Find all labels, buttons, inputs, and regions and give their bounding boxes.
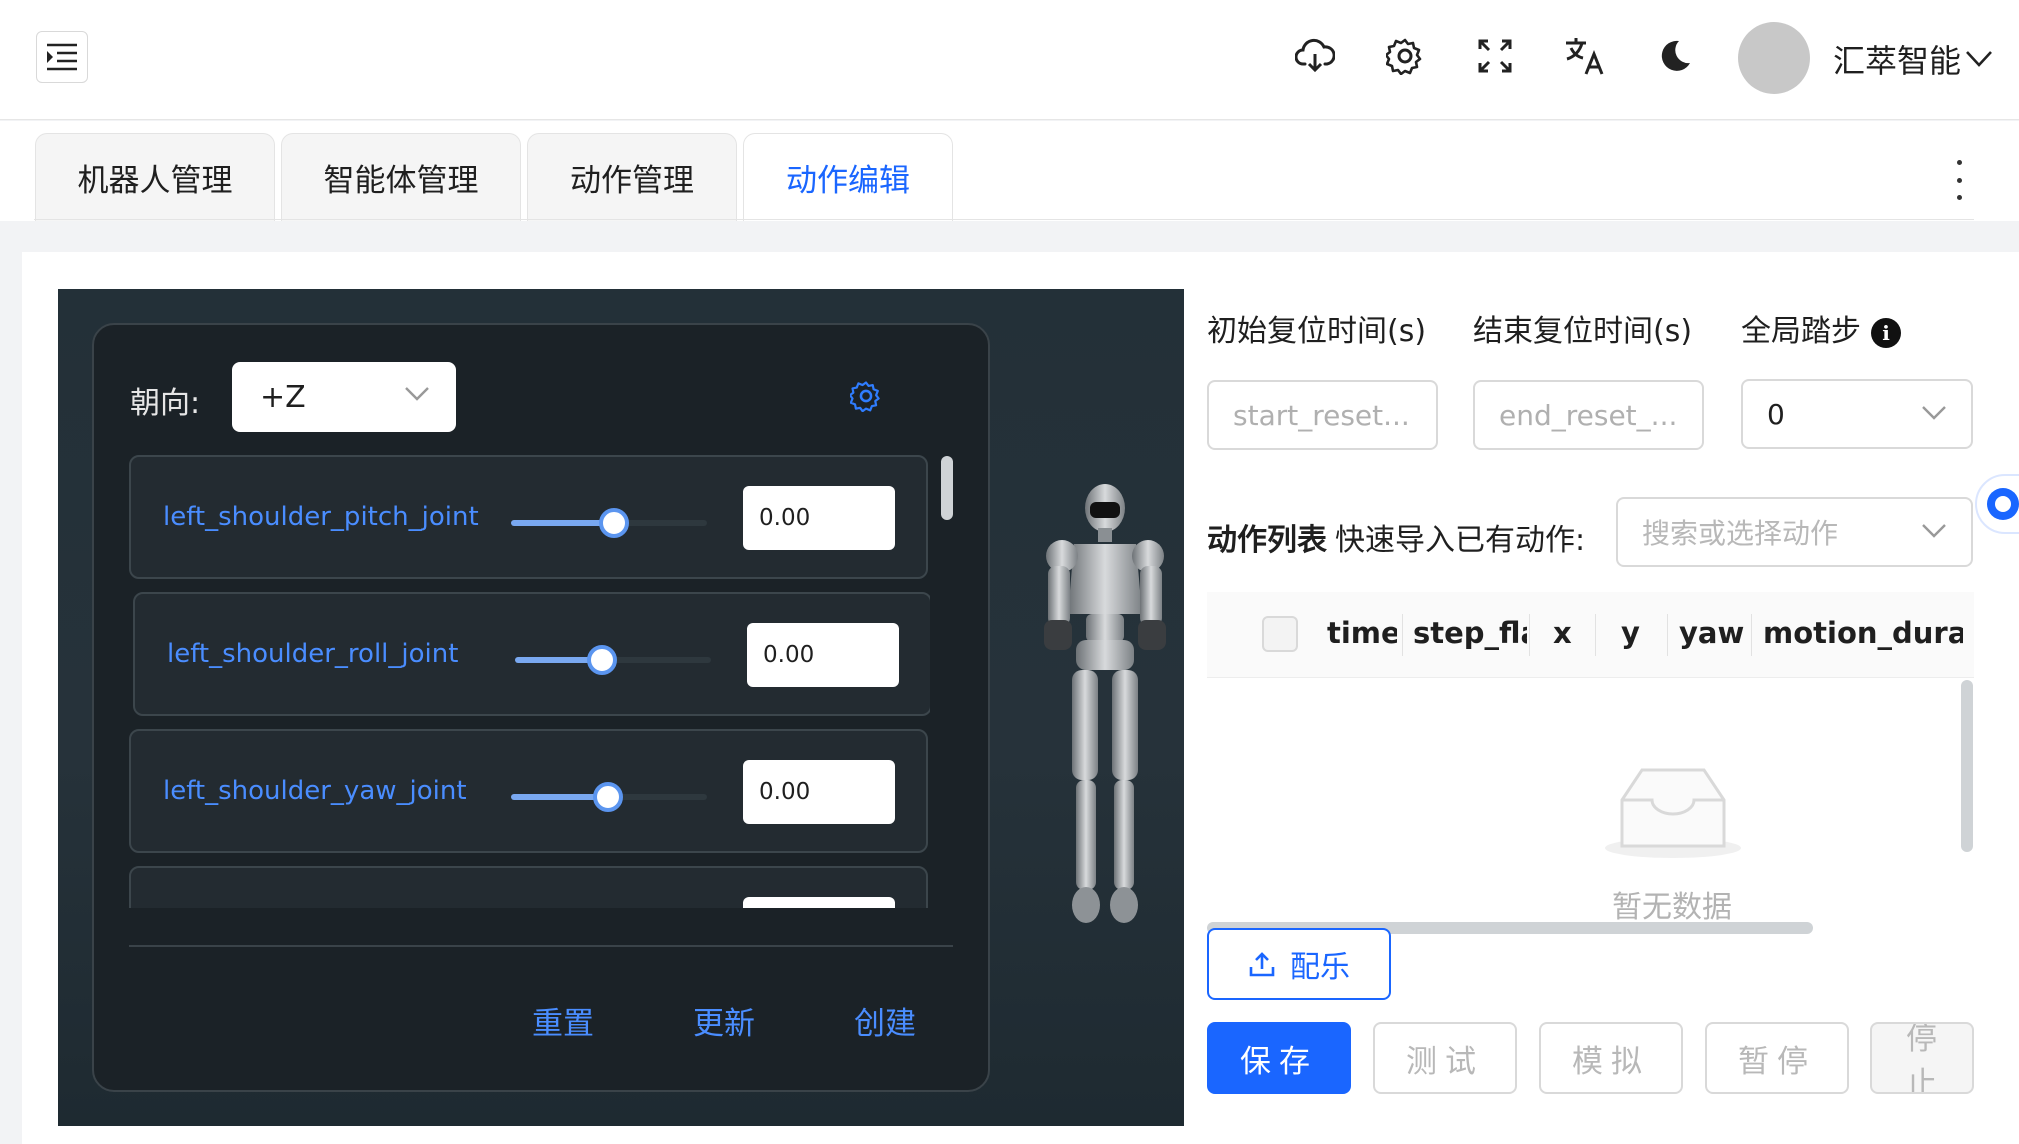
gear-icon[interactable]	[1383, 34, 1427, 78]
column-divider	[1595, 614, 1596, 656]
column-header[interactable]: x	[1553, 616, 1593, 650]
joint-list: left_shoulder_pitch_joint 0.00 left_shou…	[128, 452, 930, 908]
stop-button[interactable]: 停止	[1870, 1022, 1974, 1094]
cloud-download-icon[interactable]	[1293, 34, 1337, 78]
pause-button[interactable]: 暂停	[1705, 1022, 1849, 1094]
tab-robot-management[interactable]: 机器人管理	[35, 133, 275, 221]
joint-row: left_shoulder_roll_joint 0.00	[133, 592, 930, 716]
avatar[interactable]	[1738, 22, 1810, 94]
music-label: 配乐	[1290, 950, 1350, 985]
import-label: 快速导入已有动作:	[1335, 523, 1586, 558]
joint-value-input[interactable]	[743, 897, 895, 908]
joint-value-input[interactable]: 0.00	[747, 623, 899, 687]
save-button[interactable]: 保存	[1207, 1022, 1351, 1094]
user-name: 汇萃智能	[1833, 42, 1962, 80]
music-upload-button[interactable]: 配乐	[1207, 928, 1391, 1000]
direction-value: +Z	[260, 379, 306, 415]
create-button[interactable]: 创建	[854, 998, 916, 1043]
global-step-select[interactable]: 0	[1741, 379, 1973, 449]
tab-action-management[interactable]: 动作管理	[527, 133, 737, 221]
joint-name: left_shoulder_yaw_joint	[163, 776, 467, 806]
joint-slider-knob[interactable]	[599, 508, 629, 538]
joint-name: left_shoulder_roll_joint	[167, 639, 459, 669]
column-header[interactable]: motion_dura	[1763, 616, 1963, 650]
fullscreen-icon[interactable]	[1473, 34, 1517, 78]
joint-row: left_shoulder_pitch_joint 0.00	[129, 455, 928, 579]
column-divider	[1667, 614, 1668, 656]
tab-agent-management[interactable]: 智能体管理	[281, 133, 521, 221]
joint-name: left_shoulder_pitch_joint	[163, 502, 479, 532]
column-header[interactable]: yaw	[1679, 616, 1745, 650]
moon-icon[interactable]	[1653, 34, 1697, 78]
joint-slider-fill	[511, 520, 611, 526]
column-divider	[1751, 614, 1752, 656]
chevron-down-icon	[1966, 51, 1992, 67]
global-step-label: 全局踏步	[1741, 314, 1861, 349]
column-header[interactable]: step_flag	[1413, 616, 1527, 650]
user-menu[interactable]: 汇萃智能	[1833, 36, 1993, 82]
column-divider	[1402, 614, 1403, 656]
import-action-select[interactable]: 搜索或选择动作	[1616, 497, 1973, 567]
global-step-label-wrap: 全局踏步 i	[1741, 306, 1901, 350]
chevron-down-icon	[405, 387, 429, 401]
direction-label: 朝向:	[130, 386, 201, 421]
table-header: time step_flag x y yaw motion_dura	[1207, 592, 1974, 678]
update-button[interactable]: 更新	[693, 998, 755, 1043]
panel-divider	[129, 945, 953, 947]
more-options-icon[interactable]	[1944, 160, 1974, 200]
start-reset-label: 初始复位时间(s)	[1207, 314, 1427, 349]
reset-button[interactable]: 重置	[532, 998, 594, 1043]
global-step-value: 0	[1767, 397, 1785, 431]
chat-bubble-icon	[1987, 488, 2019, 520]
joint-slider-knob[interactable]	[587, 645, 617, 675]
empty-inbox-icon	[1600, 762, 1746, 862]
joint-row: left_shoulder_yaw_joint 0.00	[129, 729, 928, 853]
column-divider	[1529, 614, 1530, 656]
joint-slider-fill	[511, 794, 605, 800]
joint-row	[129, 866, 928, 908]
humanoid-robot-model[interactable]	[1030, 480, 1180, 934]
tab-action-edit[interactable]: 动作编辑	[743, 133, 953, 221]
tab-bar: 机器人管理 智能体管理 动作管理 动作编辑	[0, 121, 2019, 221]
upload-icon	[1249, 952, 1275, 977]
empty-text: 暂无数据	[1612, 890, 1732, 925]
menu-toggle-button[interactable]	[36, 31, 88, 83]
panel-settings-icon[interactable]	[848, 380, 882, 416]
direction-select[interactable]: +Z	[232, 362, 456, 432]
table-vertical-scrollbar[interactable]	[1961, 680, 1973, 852]
start-reset-input[interactable]: start_reset...	[1207, 380, 1438, 450]
joint-value-input[interactable]: 0.00	[743, 486, 895, 550]
joint-slider-knob[interactable]	[593, 782, 623, 812]
menu-indent-icon	[47, 43, 77, 71]
import-placeholder: 搜索或选择动作	[1642, 517, 1839, 550]
select-all-checkbox[interactable]	[1262, 616, 1298, 652]
action-list-title: 动作列表	[1207, 523, 1327, 558]
simulate-button[interactable]: 模拟	[1539, 1022, 1683, 1094]
joint-value-input[interactable]: 0.00	[743, 760, 895, 824]
tab-divider	[34, 219, 1974, 220]
chevron-down-icon	[1922, 406, 1946, 420]
translate-icon[interactable]	[1563, 34, 1607, 78]
end-reset-input[interactable]: end_reset_...	[1473, 380, 1704, 450]
chevron-down-icon	[1922, 524, 1946, 538]
column-header[interactable]: y	[1621, 616, 1661, 650]
end-reset-label: 结束复位时间(s)	[1473, 314, 1693, 349]
info-icon[interactable]: i	[1871, 317, 1901, 348]
joint-list-scrollbar[interactable]	[941, 456, 953, 520]
top-header: 汇萃智能	[0, 0, 2019, 120]
test-button[interactable]: 测试	[1373, 1022, 1517, 1094]
column-header[interactable]: time	[1327, 616, 1397, 650]
